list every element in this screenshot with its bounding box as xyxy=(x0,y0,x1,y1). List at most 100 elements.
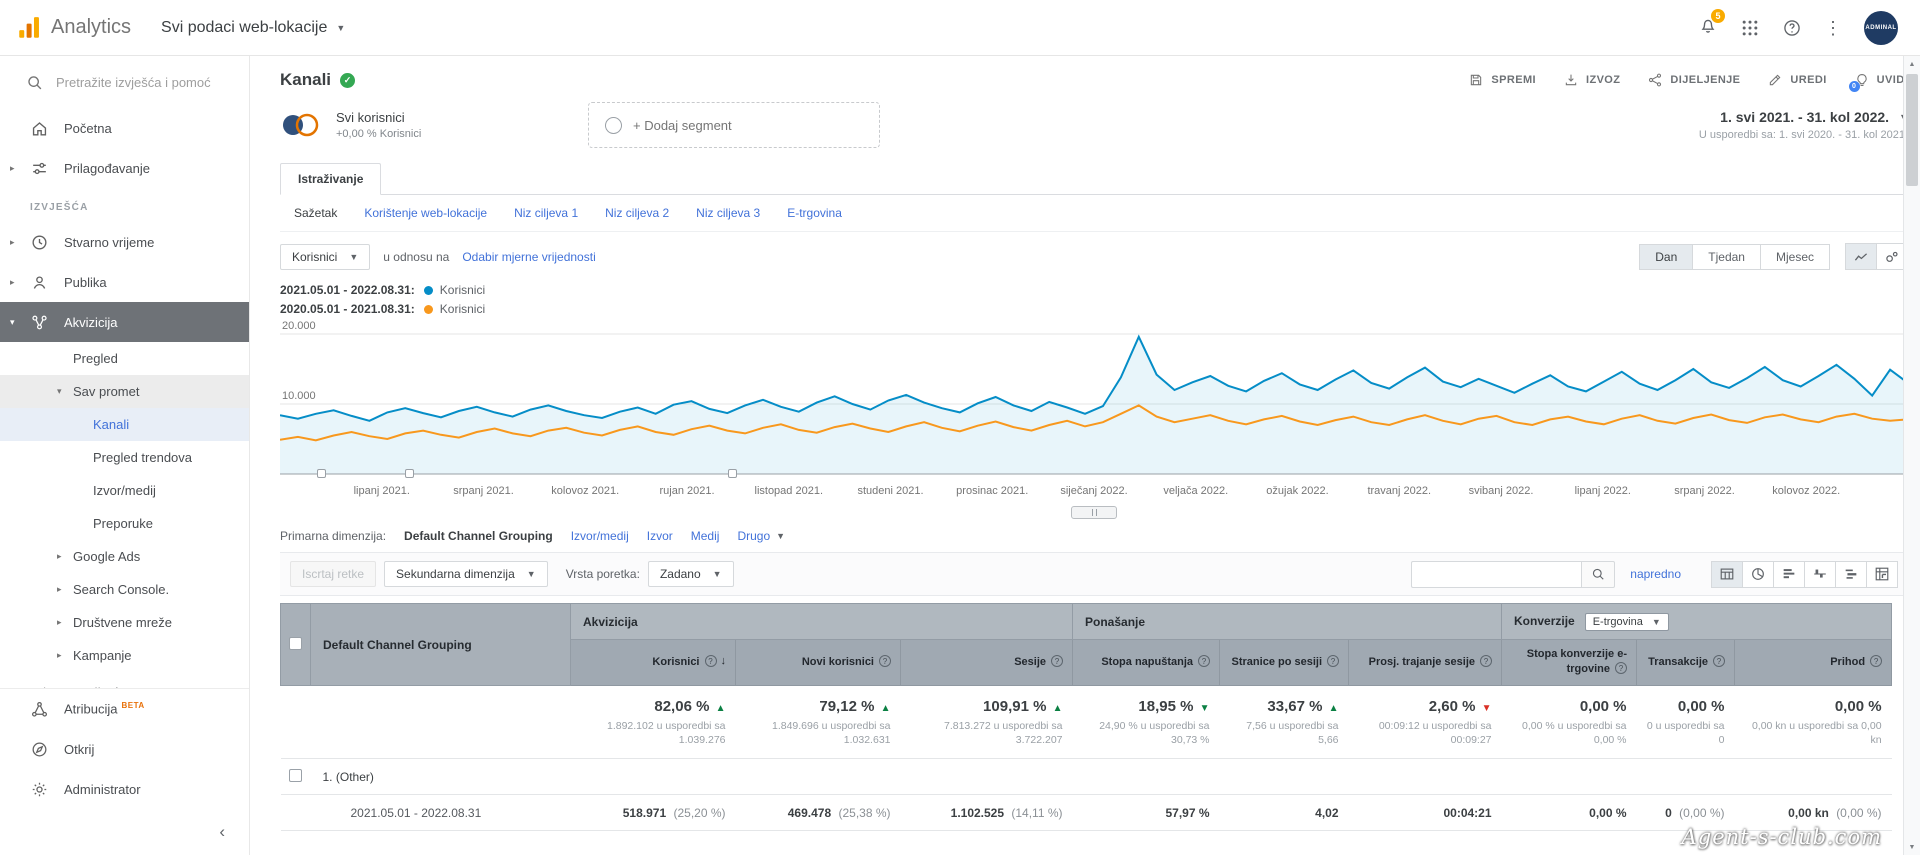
account-selector[interactable]: Svi podaci web-lokacije ▼ xyxy=(161,19,345,37)
axis-marker[interactable] xyxy=(317,469,326,478)
sidebar-item-kanali[interactable]: Kanali xyxy=(0,408,249,441)
subtab-niz-ciljeva-2[interactable]: Niz ciljeva 2 xyxy=(605,206,669,220)
scroll-up-arrow[interactable]: ▲ xyxy=(1904,56,1920,72)
term-cloud-view-button[interactable] xyxy=(1835,561,1867,588)
table-search-input[interactable] xyxy=(1411,561,1581,588)
column-header-korisnici[interactable]: ↓Korisnici? xyxy=(571,640,736,686)
pivot-view-button[interactable] xyxy=(1866,561,1898,588)
uredi-button[interactable]: UREDI xyxy=(1767,72,1826,88)
apps-grid-icon[interactable] xyxy=(1740,18,1760,38)
sidebar-item-po-etna[interactable]: Početna xyxy=(0,108,249,148)
help-icon[interactable]: ? xyxy=(1327,655,1339,667)
tab-istrazivanje[interactable]: Istraživanje xyxy=(280,163,381,195)
help-icon[interactable]: ? xyxy=(1198,655,1210,667)
help-icon[interactable]: ? xyxy=(705,655,717,667)
sidebar-item-dru-tvene-mre-e[interactable]: ▸Društvene mreže xyxy=(0,606,249,639)
sidebar-item-preporuke[interactable]: Preporuke xyxy=(0,507,249,540)
granularity-tjedan[interactable]: Tjedan xyxy=(1692,244,1761,270)
izvoz-button[interactable]: IZVOZ xyxy=(1563,72,1620,88)
conversions-type-select[interactable]: E-trgovina ▼ xyxy=(1585,613,1669,631)
secondary-dimension-dropdown[interactable]: Sekundarna dimenzija ▼ xyxy=(384,561,548,587)
subtab-sa-etak[interactable]: Sažetak xyxy=(294,206,337,220)
subtab-e-trgovina[interactable]: E-trgovina xyxy=(787,206,842,220)
column-header-prihod[interactable]: Prihod? xyxy=(1735,640,1892,686)
segment-all-users[interactable]: Svi korisnici +0,00 % Korisnici xyxy=(280,110,572,140)
select-all-cell[interactable] xyxy=(281,604,311,686)
chart-scroll-handle[interactable] xyxy=(1071,506,1117,519)
help-icon[interactable]: ? xyxy=(1870,655,1882,667)
sidebar-item-pregled[interactable]: Pregled xyxy=(0,342,249,375)
plot-rows-button[interactable]: Iscrtaj retke xyxy=(290,561,376,587)
subtab-niz-ciljeva-3[interactable]: Niz ciljeva 3 xyxy=(696,206,760,220)
primary-dimension-izvor-medij[interactable]: Izvor/medij xyxy=(571,529,629,543)
percentage-view-button[interactable] xyxy=(1742,561,1774,588)
help-icon[interactable]: ? xyxy=(1615,662,1627,674)
help-icon[interactable]: ? xyxy=(879,655,891,667)
scroll-down-arrow[interactable]: ▼ xyxy=(1904,839,1920,855)
sort-type-dropdown[interactable]: Zadano ▼ xyxy=(648,561,734,587)
comparison-view-button[interactable] xyxy=(1804,561,1836,588)
sidebar-collapse-button[interactable]: ‹ xyxy=(0,809,249,855)
primary-dimension-izvor[interactable]: Izvor xyxy=(647,529,673,543)
channel-name[interactable]: (Other) xyxy=(336,770,374,784)
table-search-button[interactable] xyxy=(1581,561,1615,588)
sidebar-item-akvizicija[interactable]: ▾Akvizicija xyxy=(0,302,249,342)
sidebar-item-pregled-trendova[interactable]: Pregled trendova xyxy=(0,441,249,474)
sidebar-item-otkrij[interactable]: Otkrij xyxy=(0,729,249,769)
axis-marker[interactable] xyxy=(405,469,414,478)
table-view-button[interactable] xyxy=(1711,561,1743,588)
sidebar-item-google-ads[interactable]: ▸Google Ads xyxy=(0,540,249,573)
column-header-stranice-po-sesiji[interactable]: Stranice po sesiji? xyxy=(1220,640,1349,686)
sidebar-item-prilago-avanje[interactable]: ▸Prilagođavanje xyxy=(0,148,249,188)
sidebar-item-publika[interactable]: ▸Publika xyxy=(0,262,249,302)
sidebar-item-stvarno-vrijeme[interactable]: ▸Stvarno vrijeme xyxy=(0,222,249,262)
sidebar-item-kampanje[interactable]: ▸Kampanje xyxy=(0,639,249,672)
more-options-icon[interactable]: ⋮ xyxy=(1824,19,1842,37)
row-checkbox-cell[interactable] xyxy=(281,759,311,795)
column-header-stopa-konverzije-e-trgovine[interactable]: Stopa konverzije e-trgovine? xyxy=(1502,640,1637,686)
sidebar-item-pona-anje[interactable]: ▸Ponašanje xyxy=(0,672,249,688)
sidebar-item-izvor-medij[interactable]: Izvor/medij xyxy=(0,474,249,507)
granularity-dan[interactable]: Dan xyxy=(1639,244,1693,270)
scrollbar-thumb[interactable] xyxy=(1906,74,1918,186)
help-icon[interactable]: ? xyxy=(1051,655,1063,667)
notifications-button[interactable]: 5 xyxy=(1698,15,1718,40)
traffic-line-chart[interactable] xyxy=(280,322,1908,482)
primary-dimension-medij[interactable]: Medij xyxy=(691,529,720,543)
granularity-mjesec[interactable]: Mjesec xyxy=(1760,244,1830,270)
axis-marker[interactable] xyxy=(728,469,737,478)
line-chart-button[interactable] xyxy=(1845,243,1877,270)
sidebar-item-atribucija[interactable]: AtribucijaBETA xyxy=(0,689,249,729)
metric-selector-dropdown[interactable]: Korisnici ▼ xyxy=(280,244,370,270)
subtab-kori-tenje-web-lokacije[interactable]: Korištenje web-lokacije xyxy=(364,206,487,220)
help-icon[interactable] xyxy=(1782,18,1802,38)
subtab-niz-ciljeva-1[interactable]: Niz ciljeva 1 xyxy=(514,206,578,220)
analytics-brand[interactable]: Analytics xyxy=(16,15,131,41)
help-icon[interactable]: ? xyxy=(1480,655,1492,667)
spremi-button[interactable]: SPREMI xyxy=(1468,72,1536,88)
column-header-transakcije[interactable]: Transakcije? xyxy=(1637,640,1735,686)
window-scrollbar[interactable]: ▲ ▼ xyxy=(1903,56,1920,855)
primary-dimension-default-channel-grouping[interactable]: Default Channel Grouping xyxy=(404,529,553,543)
select-metric-link[interactable]: Odabir mjerne vrijednosti xyxy=(462,250,595,264)
column-header-stopa-napu-tanja[interactable]: Stopa napuštanja? xyxy=(1073,640,1220,686)
sidebar-search-input[interactable]: Pretražite izvješća i pomoć xyxy=(0,56,249,108)
add-segment-button[interactable]: + Dodaj segment xyxy=(588,102,880,148)
column-header-dimension[interactable]: Default Channel Grouping xyxy=(311,604,571,686)
performance-view-button[interactable] xyxy=(1773,561,1805,588)
column-header-sesije[interactable]: Sesije? xyxy=(901,640,1073,686)
select-all-checkbox[interactable] xyxy=(289,637,302,650)
date-range-selector[interactable]: 1. svi 2021. - 31. kol 2022. ▼ U uspored… xyxy=(1699,109,1908,141)
row-checkbox[interactable] xyxy=(289,769,302,782)
sidebar-item-sav-promet[interactable]: ▾Sav promet xyxy=(0,375,249,408)
column-header-novi-korisnici[interactable]: Novi korisnici? xyxy=(736,640,901,686)
uvidi-button[interactable]: 0UVIDI xyxy=(1854,72,1908,88)
advanced-filter-link[interactable]: napredno xyxy=(1630,567,1681,581)
primary-dimension-drugo[interactable]: Drugo▼ xyxy=(737,529,785,543)
column-header-prosj-trajanje-sesije[interactable]: Prosj. trajanje sesije? xyxy=(1349,640,1502,686)
help-icon[interactable]: ? xyxy=(1713,655,1725,667)
avatar[interactable]: ADMINAL xyxy=(1864,11,1898,45)
sidebar-item-administrator[interactable]: Administrator xyxy=(0,769,249,809)
dijeljenje-button[interactable]: DIJELJENJE xyxy=(1647,72,1740,88)
sidebar-item-search-console[interactable]: ▸Search Console. xyxy=(0,573,249,606)
